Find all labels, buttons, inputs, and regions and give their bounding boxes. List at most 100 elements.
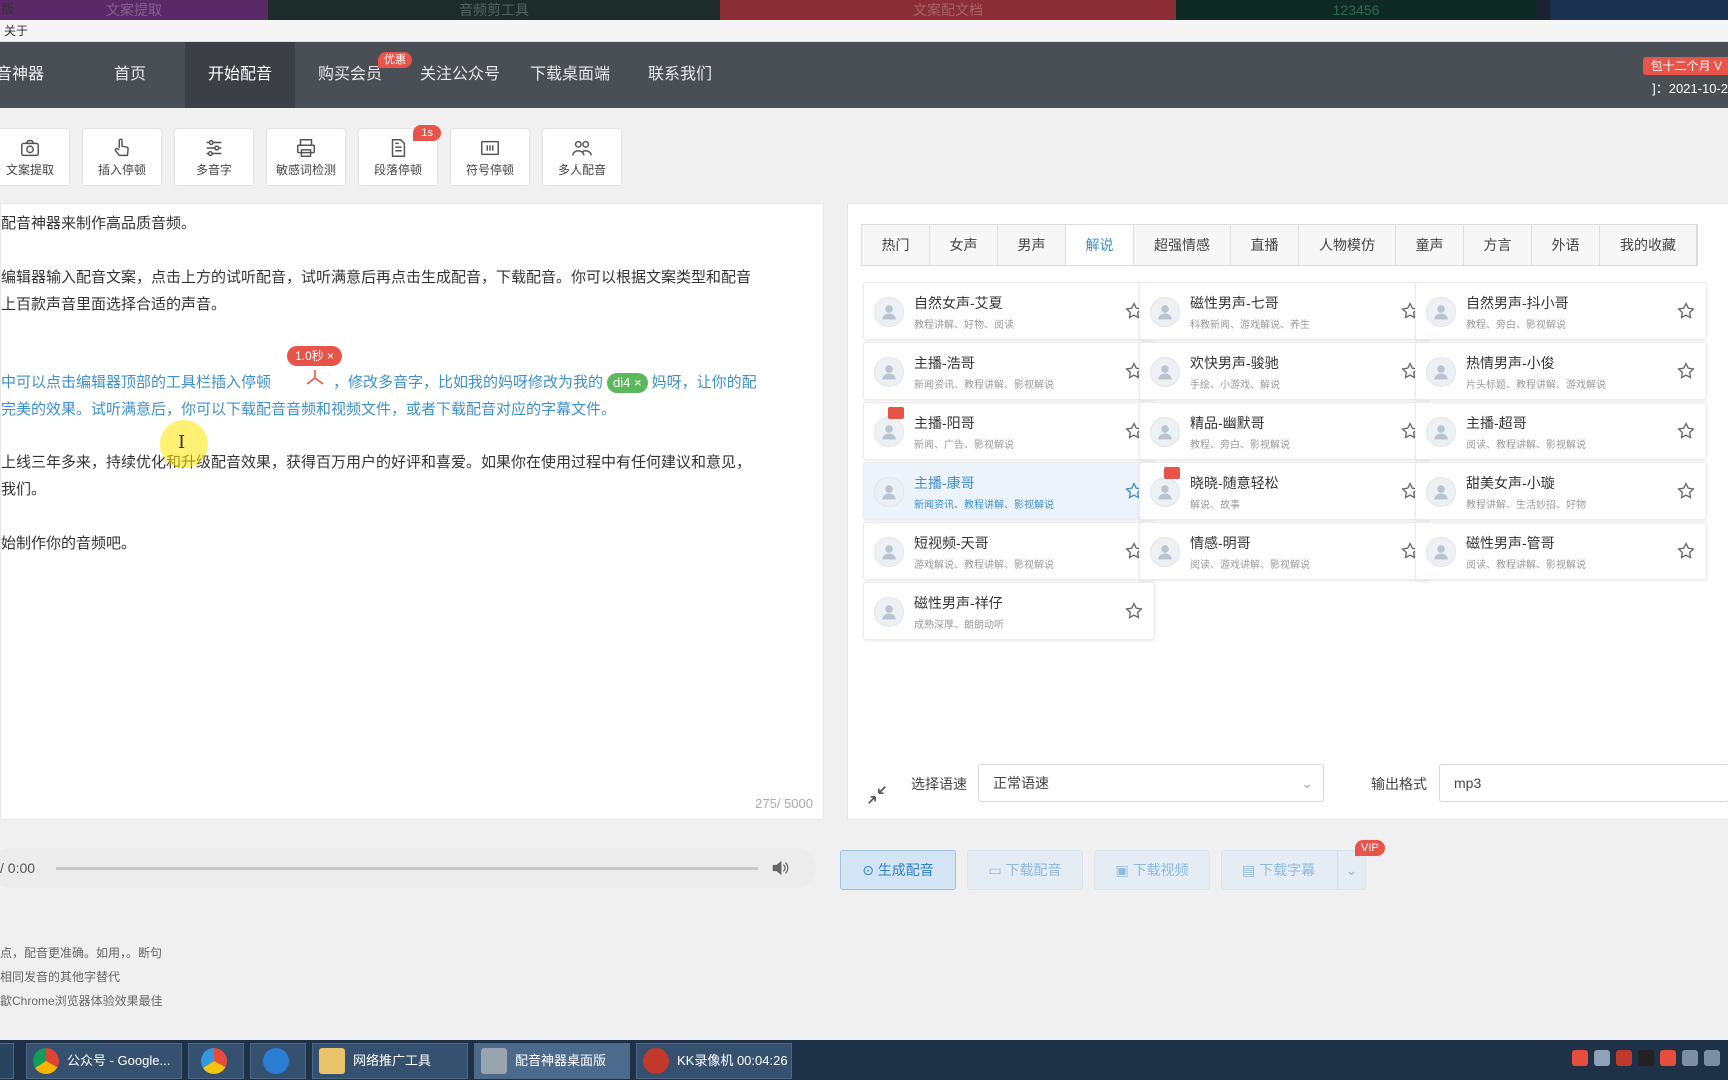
chevron-down-icon[interactable]: ⌄: [1337, 851, 1365, 889]
voice-name: 主播-阳哥: [914, 415, 975, 431]
speed-select[interactable]: 正常语速 ⌄: [978, 764, 1324, 802]
voice-card[interactable]: 磁性男声-管哥 阅读、教程讲解、影视解说: [1415, 522, 1707, 580]
editor-line: 上百款声音里面选择合适的声音。: [1, 296, 227, 313]
voice-card[interactable]: 主播-浩哥 新闻资讯、教程讲解、影视解说: [863, 342, 1155, 400]
taskbar-item-dubbing[interactable]: 配音神器桌面版: [474, 1043, 630, 1079]
voice-card[interactable]: 主播-超哥 阅读、教程讲解、影视解说: [1415, 402, 1707, 460]
voice-card[interactable]: 主播-阳哥新闻、广告、影视解说: [863, 402, 1155, 460]
tool-symbol-pause[interactable]: 符号停顿: [450, 128, 530, 186]
tray-display-icon[interactable]: [1682, 1050, 1698, 1066]
tab-foreign[interactable]: 外语: [1532, 225, 1600, 265]
tab-dialect[interactable]: 方言: [1464, 225, 1532, 265]
start-button[interactable]: [0, 1043, 14, 1079]
voice-card[interactable]: 精品-幽默哥 教程、旁白、影视解说: [1139, 402, 1431, 460]
nav-contact-us[interactable]: 联系我们: [640, 42, 720, 108]
chevron-down-icon: ⌄: [1301, 775, 1313, 791]
tool-label: 符号停顿: [465, 163, 514, 177]
star-icon[interactable]: [1676, 421, 1696, 441]
voice-name: 自然女声-艾夏: [914, 295, 1003, 311]
pause-tag[interactable]: 1.0秒 ×: [287, 346, 343, 366]
taskbar-item-sogou[interactable]: [250, 1043, 306, 1079]
tool-label: 多音字: [195, 163, 232, 177]
tab-favorites[interactable]: 我的收藏: [1600, 225, 1697, 265]
generate-audio-button[interactable]: ⊙ 生成配音: [840, 850, 956, 890]
taskbar-item-label: 网络推广工具: [353, 1053, 432, 1068]
voice-card[interactable]: 磁性男声-祥仔 成熟深厚、朗朗动听: [863, 582, 1155, 640]
voice-card[interactable]: 欢快男声-骏驰 手绘、小游戏、解说: [1139, 342, 1431, 400]
tray-input-icon[interactable]: [1660, 1050, 1676, 1066]
tray-security-icon[interactable]: [1616, 1050, 1632, 1066]
tab-imitation[interactable]: 人物模仿: [1299, 225, 1396, 265]
taskbar-item-chrome[interactable]: 公众号 - Google...: [26, 1043, 182, 1079]
tab-emotion[interactable]: 超强情感: [1134, 225, 1231, 265]
download-subtitle-button[interactable]: ▤ 下载字幕 ⌄: [1221, 850, 1366, 890]
voice-card[interactable]: 主播-康哥 新闻资讯、教程讲解、影视解说: [863, 462, 1155, 520]
tab-live[interactable]: 直播: [1231, 225, 1299, 265]
star-icon[interactable]: [1676, 301, 1696, 321]
nav-follow-account[interactable]: 关注公众号: [415, 42, 505, 108]
avatar: [874, 477, 904, 507]
discount-badge: 优惠: [378, 52, 412, 68]
voice-card[interactable]: 磁性男声-七哥 科教新闻、游戏解说、养生: [1139, 282, 1431, 340]
avatar: [1150, 297, 1180, 327]
download-audio-button[interactable]: ▭ 下载配音: [967, 850, 1083, 890]
voice-tags: 新闻、广告、影视解说: [914, 440, 1014, 451]
tab-female[interactable]: 女声: [930, 225, 998, 265]
format-select[interactable]: mp3: [1439, 764, 1728, 802]
star-icon[interactable]: [1676, 541, 1696, 561]
voice-card[interactable]: 晓晓-随意轻松 解说、故事: [1139, 462, 1431, 520]
voice-card[interactable]: 自然女声-艾夏 教程讲解、好物、阅读: [863, 282, 1155, 340]
speed-value: 正常语速: [993, 775, 1049, 791]
tool-sensitive-check[interactable]: 敏感词检测: [266, 128, 346, 186]
collapse-icon[interactable]: [866, 784, 888, 806]
printer-icon: [297, 139, 315, 157]
vip-plan-badge[interactable]: 包十二个月 V: [1642, 57, 1728, 75]
tab-hot[interactable]: 热门: [862, 225, 930, 265]
avatar: [1426, 357, 1456, 387]
voice-card[interactable]: 热情男声-小俊 片头标题、教程讲解、游戏解说: [1415, 342, 1707, 400]
menu-about[interactable]: 关于: [4, 24, 28, 38]
tab-children[interactable]: 童声: [1396, 225, 1464, 265]
progress-track[interactable]: [56, 867, 758, 870]
voice-card[interactable]: 自然男声-抖小哥 教程、旁白、影视解说: [1415, 282, 1707, 340]
browser-icon: [201, 1048, 227, 1074]
star-icon[interactable]: [1676, 361, 1696, 381]
voice-name: 磁性男声-管哥: [1466, 535, 1555, 551]
volume-icon[interactable]: [770, 858, 790, 878]
tool-multi-voice[interactable]: 多人配音: [542, 128, 622, 186]
star-icon[interactable]: [1676, 481, 1696, 501]
nav-buy-membership[interactable]: 购买会员 优惠: [310, 42, 412, 108]
editor-line: 配音神器来制作高品质音频。: [1, 215, 197, 232]
text-editor[interactable]: 配音神器来制作高品质音频。 编辑器输入配音文案，点击上方的试听配音，试听满意后再…: [0, 203, 824, 820]
polyphone-tag[interactable]: di4 ×: [607, 373, 648, 393]
tray-qq-icon[interactable]: [1638, 1050, 1654, 1066]
window-titlebar: 版 关于: [0, 2, 1728, 42]
taskbar-item-label: 公众号 - Google...: [67, 1053, 171, 1068]
tool-paragraph-pause[interactable]: 段落停顿 1s: [358, 125, 441, 186]
voice-card[interactable]: 情感-明哥 阅读、游戏讲解、影视解说: [1139, 522, 1431, 580]
tool-insert-pause[interactable]: 插入停顿: [82, 128, 162, 186]
tool-text-extract[interactable]: 文案提取: [0, 128, 70, 186]
star-icon[interactable]: [1124, 601, 1144, 621]
vip-badge: VIP: [1355, 840, 1385, 856]
tool-polyphone[interactable]: 多音字: [174, 128, 254, 186]
download-video-button[interactable]: ▣ 下载视频: [1094, 850, 1210, 890]
tip-line: 点，配音更准确。如用，。断句: [0, 946, 163, 960]
tool-label: 多人配音: [557, 163, 606, 177]
nav-download-desktop[interactable]: 下载桌面端: [525, 42, 615, 108]
avatar: [1426, 417, 1456, 447]
nav-home[interactable]: 首页: [96, 42, 164, 108]
app-logo[interactable]: 音神器: [0, 42, 44, 108]
tray-volume-icon[interactable]: [1704, 1050, 1720, 1066]
taskbar-item-recorder[interactable]: KK录像机 00:04:26: [636, 1043, 792, 1079]
tray-sogou-icon[interactable]: [1572, 1050, 1588, 1066]
tray-network-icon[interactable]: [1594, 1050, 1610, 1066]
tab-commentary[interactable]: 解说: [1066, 225, 1134, 265]
tab-male[interactable]: 男声: [998, 225, 1066, 265]
taskbar-item-browser[interactable]: [188, 1043, 244, 1079]
nav-start-dubbing[interactable]: 开始配音: [185, 42, 295, 108]
format-label: 输出格式: [1371, 776, 1427, 792]
taskbar-item-folder[interactable]: 网络推广工具: [312, 1043, 468, 1079]
voice-card[interactable]: 短视频-天哥 游戏解说、教程讲解、影视解说: [863, 522, 1155, 580]
voice-card[interactable]: 甜美女声-小璇 教程讲解、生活妙招、好物: [1415, 462, 1707, 520]
